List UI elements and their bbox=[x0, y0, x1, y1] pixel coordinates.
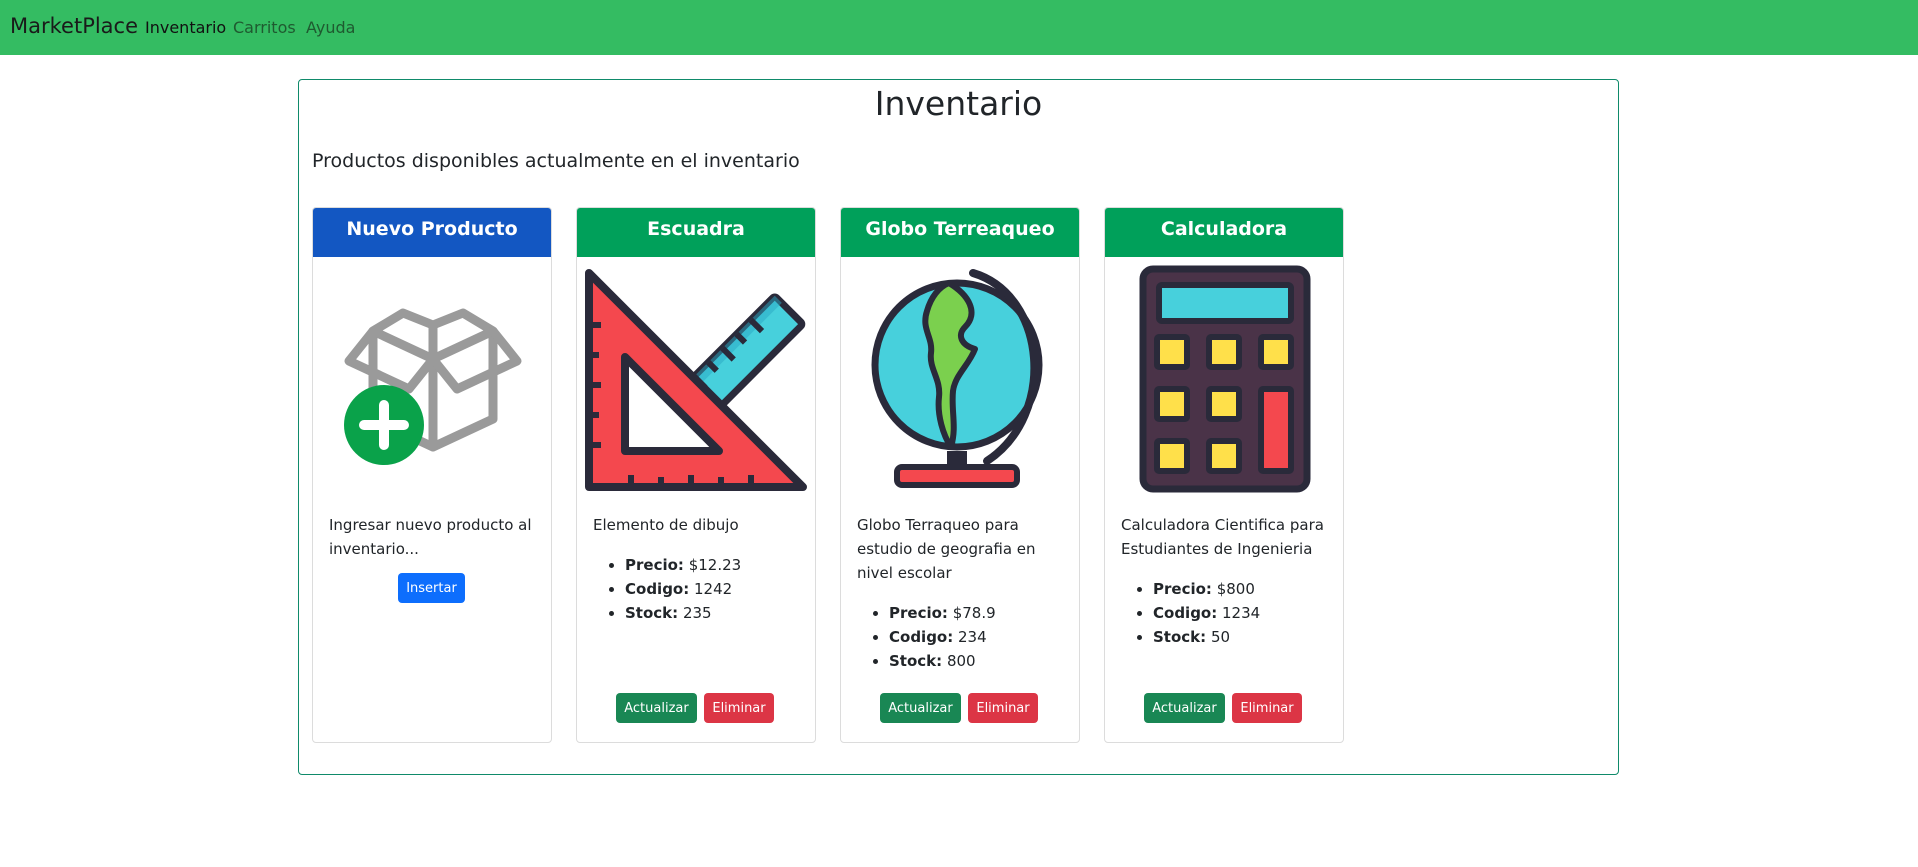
stock-item: Stock: 235 bbox=[625, 601, 805, 625]
nav-link-ayuda[interactable]: Ayuda bbox=[306, 18, 355, 37]
navbar: MarketPlace Inventario Carritos Ayuda bbox=[0, 0, 1918, 55]
nav-link-carritos[interactable]: Carritos bbox=[233, 18, 296, 37]
update-button[interactable]: Actualizar bbox=[880, 693, 961, 723]
calculator-icon bbox=[1105, 263, 1343, 495]
price-value: $800 bbox=[1216, 580, 1255, 598]
product-details: Precio: $800 Codigo: 1234 Stock: 50 bbox=[1153, 577, 1333, 649]
price-item: Precio: $12.23 bbox=[625, 553, 805, 577]
box-plus-icon bbox=[313, 263, 551, 495]
card-title: Calculadora bbox=[1105, 208, 1343, 257]
delete-button[interactable]: Eliminar bbox=[704, 693, 774, 723]
price-value: $12.23 bbox=[688, 556, 742, 574]
page-subtitle: Productos disponibles actualmente en el … bbox=[312, 150, 800, 172]
stock-item: Stock: 50 bbox=[1153, 625, 1333, 649]
delete-button[interactable]: Eliminar bbox=[968, 693, 1038, 723]
nav-link-inventario[interactable]: Inventario bbox=[145, 18, 226, 37]
insert-button[interactable]: Insertar bbox=[398, 573, 465, 603]
card-description: Globo Terraqueo para estudio de geografi… bbox=[857, 516, 1036, 582]
stock-item: Stock: 800 bbox=[889, 649, 1069, 673]
code-item: Codigo: 1234 bbox=[1153, 601, 1333, 625]
brand-logo[interactable]: MarketPlace bbox=[10, 14, 138, 38]
price-item: Precio: $78.9 bbox=[889, 601, 1069, 625]
card-description: Elemento de dibujo bbox=[593, 516, 739, 534]
product-details: Precio: $78.9 Codigo: 234 Stock: 800 bbox=[889, 601, 1069, 673]
page-title: Inventario bbox=[874, 84, 1043, 123]
stock-value: 50 bbox=[1210, 628, 1231, 646]
price-value: $78.9 bbox=[952, 604, 996, 622]
set-square-ruler-icon bbox=[577, 263, 815, 495]
product-card-escuadra: Escuadra Elemento de dibujo Precio: $12.… bbox=[576, 207, 816, 743]
new-product-card: Nuevo Producto Ingresar nuevo producto a… bbox=[312, 207, 552, 743]
globe-icon bbox=[841, 263, 1079, 495]
stock-value: 235 bbox=[682, 604, 712, 622]
card-title: Escuadra bbox=[577, 208, 815, 257]
inventory-panel: Inventario Productos disponibles actualm… bbox=[298, 79, 1619, 775]
product-details: Precio: $12.23 Codigo: 1242 Stock: 235 bbox=[625, 553, 805, 625]
product-card-calculadora: Calculadora Calculadora Cientifica para … bbox=[1104, 207, 1344, 743]
product-card-globo: Globo Terreaqueo Globo Terraqueo para es… bbox=[840, 207, 1080, 743]
card-title: Nuevo Producto bbox=[313, 208, 551, 257]
update-button[interactable]: Actualizar bbox=[616, 693, 697, 723]
delete-button[interactable]: Eliminar bbox=[1232, 693, 1302, 723]
price-item: Precio: $800 bbox=[1153, 577, 1333, 601]
update-button[interactable]: Actualizar bbox=[1144, 693, 1225, 723]
stock-value: 800 bbox=[946, 652, 976, 670]
card-description: Ingresar nuevo producto al inventario... bbox=[329, 516, 532, 558]
code-value: 1234 bbox=[1222, 604, 1261, 622]
card-title: Globo Terreaqueo bbox=[841, 208, 1079, 257]
code-value: 1242 bbox=[694, 580, 733, 598]
card-description: Calculadora Cientifica para Estudiantes … bbox=[1121, 516, 1324, 558]
code-value: 234 bbox=[958, 628, 987, 646]
code-item: Codigo: 234 bbox=[889, 625, 1069, 649]
code-item: Codigo: 1242 bbox=[625, 577, 805, 601]
